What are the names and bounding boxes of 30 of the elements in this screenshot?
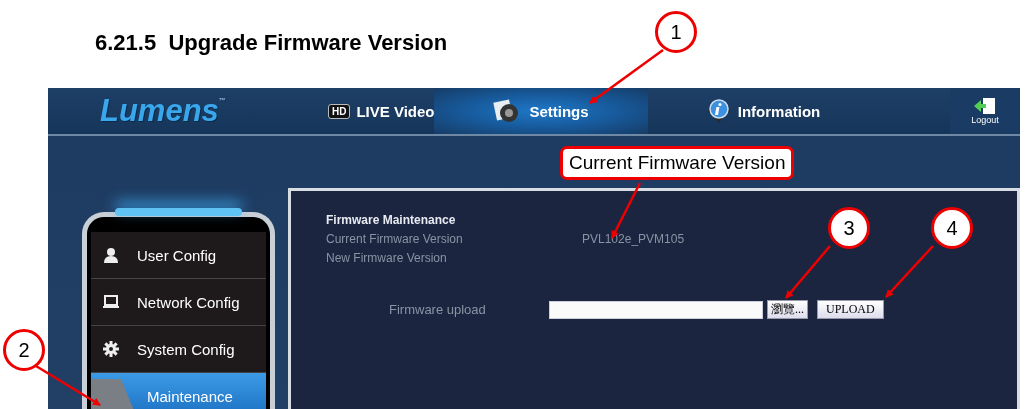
field-label: Current Firmware Version: [326, 231, 464, 246]
section-title: Firmware Maintenance: [326, 212, 456, 227]
annotation-arrow: [785, 245, 831, 299]
section-heading: 6.21.5 Upgrade Firmware Version: [95, 30, 448, 56]
logo: Lumens$^{™}$: [99, 93, 227, 129]
logout-button[interactable]: Logout: [950, 88, 1020, 134]
version-value: PVL102e_PVM105: [582, 231, 685, 246]
sidebar-item[interactable]: User Config: [91, 232, 266, 279]
callout-number: 2: [3, 329, 45, 371]
upload-button[interactable]: UPLOAD: [817, 300, 884, 319]
tab-shape-icon: [91, 379, 135, 409]
callout-number: 1: [655, 11, 697, 53]
nav-tab[interactable]: Information: [648, 88, 878, 134]
hd-badge: HD: [328, 103, 351, 119]
annotation-arrow: [35, 364, 101, 407]
exit-door-icon: [974, 97, 996, 115]
field-label: Firmware upload: [389, 302, 487, 317]
nav-tab[interactable]: HD LIVE Video: [258, 88, 434, 134]
field-label: New Firmware Version: [326, 250, 447, 265]
browse-button[interactable]: 瀏覽...: [767, 300, 808, 319]
callout-label: Current Firmware Version: [560, 146, 795, 180]
file-path-field[interactable]: [549, 300, 763, 319]
sidebar-item[interactable]: Network Config: [91, 279, 266, 326]
sidebar-item[interactable]: Maintenance: [91, 373, 266, 409]
sidebar-item[interactable]: System Config: [91, 326, 266, 373]
laptop-icon: [103, 295, 119, 309]
nav-tab[interactable]: Settings: [434, 88, 648, 134]
person-icon: [103, 247, 119, 263]
gear-icon: [103, 341, 119, 357]
annotation-arrow: [885, 245, 934, 298]
